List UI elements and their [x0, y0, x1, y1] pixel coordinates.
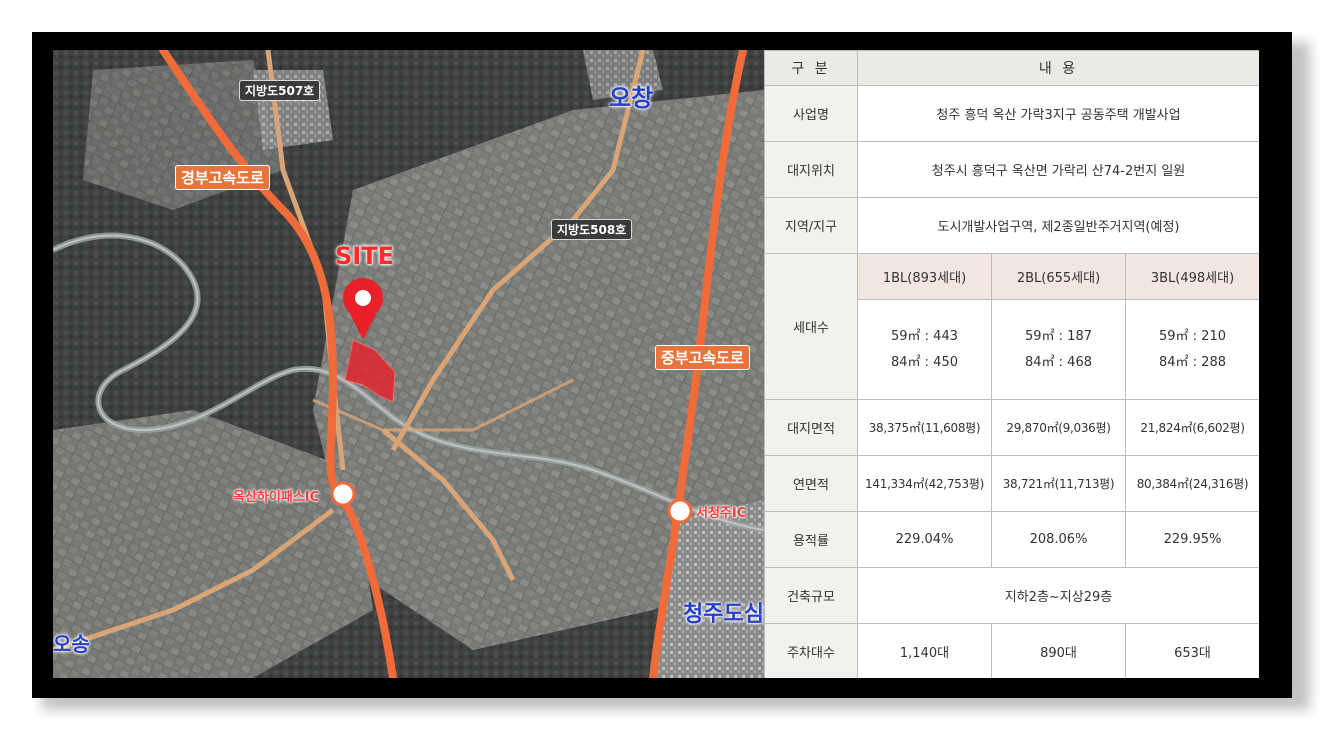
zone-value: 도시개발사업구역, 제2종일반주거지역(예정): [857, 197, 1259, 254]
table-row: 주차대수 1,140대 890대 653대: [764, 623, 1259, 678]
header-content: 내 용: [857, 50, 1259, 86]
table-row: 대지위치 청주시 흥덕구 옥산면 가락리 산74-2번지 일원: [764, 141, 1259, 198]
content-area: SITE 오창 오송 청주도심 경부고속도로 중부고속도로 지방도507호 지방…: [53, 50, 1259, 678]
block-3-name: 3BL(498세대): [1125, 253, 1259, 300]
place-cheongju: 청주도심: [683, 602, 764, 627]
row-label-site-area: 대지면적: [764, 399, 858, 456]
project-info-table: 구 분 내 용 사업명 청주 흥덕 옥산 가락3지구 공동주택 개발사업 대지위…: [764, 50, 1259, 678]
row-label-far: 용적률: [764, 511, 858, 568]
site-area-block-3: 21,824㎡(6,602평): [1125, 399, 1259, 456]
table-row: 세대수 1BL(893세대) 2BL(655세대) 3BL(498세대): [764, 253, 1259, 400]
far-block-3: 229.95%: [1125, 511, 1259, 568]
location-value: 청주시 흥덕구 옥산면 가락리 산74-2번지 일원: [857, 141, 1259, 198]
parking-block-3: 653대: [1125, 623, 1259, 678]
parking-block-2: 890대: [991, 623, 1126, 678]
block-2-units: 59㎡ : 187 84㎡ : 468: [991, 299, 1126, 400]
site-label: SITE: [335, 242, 394, 270]
row-label-floor-area: 연면적: [764, 455, 858, 512]
block-3-units-84: 84㎡ : 288: [1159, 354, 1226, 370]
block-1-units-84: 84㎡ : 450: [891, 354, 958, 370]
table-row: 용적률 229.04% 208.06% 229.95%: [764, 511, 1259, 568]
place-ochang: 오창: [609, 84, 654, 112]
row-label-location: 대지위치: [764, 141, 858, 198]
site-area-block-2: 29,870㎡(9,036평): [991, 399, 1126, 456]
floor-area-block-3: 80,384㎡(24,316평): [1125, 455, 1259, 512]
table-row: 사업명 청주 흥덕 옥산 가락3지구 공동주택 개발사업: [764, 85, 1259, 142]
label-seocheongju-ic: 서청주IC: [696, 506, 747, 521]
block-1-units: 59㎡ : 443 84㎡ : 450: [857, 299, 992, 400]
floor-area-block-2: 38,721㎡(11,713평): [991, 455, 1126, 512]
table-row: 건축규모 지하2층~지상29층: [764, 567, 1259, 624]
table-row: 대지면적 38,375㎡(11,608평) 29,870㎡(9,036평) 21…: [764, 399, 1259, 456]
table-row: 연면적 141,334㎡(42,753평) 38,721㎡(11,713평) 8…: [764, 455, 1259, 512]
block-1-name: 1BL(893세대): [857, 253, 992, 300]
block-2-units-84: 84㎡ : 468: [1025, 354, 1092, 370]
row-label-parking: 주차대수: [764, 623, 858, 678]
label-oksan-ic: 옥산하이패스IC: [233, 490, 320, 505]
far-block-2: 208.06%: [991, 511, 1126, 568]
place-osong: 오송: [53, 632, 90, 656]
satellite-map[interactable]: SITE 오창 오송 청주도심 경부고속도로 중부고속도로 지방도507호 지방…: [53, 50, 764, 678]
scale-value: 지하2층~지상29층: [857, 567, 1259, 624]
far-block-1: 229.04%: [857, 511, 992, 568]
parking-block-1: 1,140대: [857, 623, 992, 678]
business-name-value: 청주 흥덕 옥산 가락3지구 공동주택 개발사업: [857, 85, 1259, 142]
block-2-units-59: 59㎡ : 187: [1025, 328, 1092, 344]
label-local-road-508: 지방도508호: [552, 220, 632, 239]
row-label-households: 세대수: [764, 253, 858, 400]
header-category: 구 분: [764, 50, 858, 86]
label-gyeongbu-expressway: 경부고속도로: [176, 166, 269, 189]
label-local-road-507: 지방도507호: [240, 81, 320, 100]
block-3-units-59: 59㎡ : 210: [1159, 328, 1226, 344]
row-label-business-name: 사업명: [764, 85, 858, 142]
block-1-units-59: 59㎡ : 443: [891, 328, 958, 344]
table-header-row: 구 분 내 용: [764, 50, 1259, 86]
label-jungbu-expressway: 중부고속도로: [656, 346, 749, 369]
floor-area-block-1: 141,334㎡(42,753평): [857, 455, 992, 512]
table-row: 지역/지구 도시개발사업구역, 제2종일반주거지역(예정): [764, 197, 1259, 254]
row-label-zone: 지역/지구: [764, 197, 858, 254]
block-2-name: 2BL(655세대): [991, 253, 1126, 300]
site-area-block-1: 38,375㎡(11,608평): [857, 399, 992, 456]
block-3-units: 59㎡ : 210 84㎡ : 288: [1125, 299, 1259, 400]
row-label-scale: 건축규모: [764, 567, 858, 624]
